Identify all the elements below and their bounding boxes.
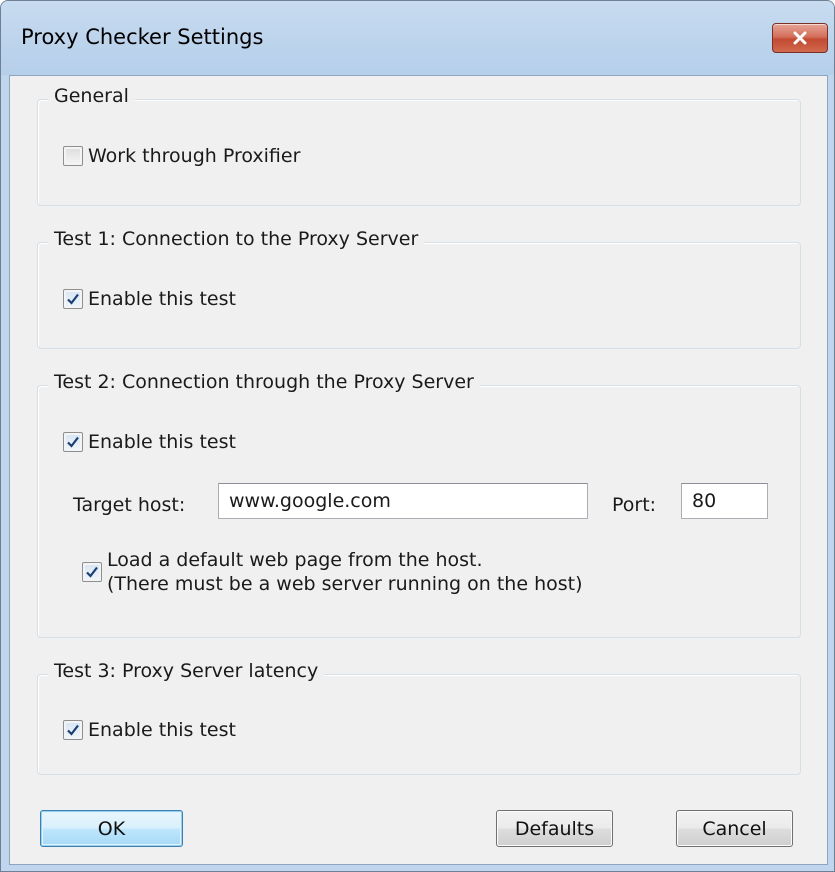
load-default-page-line2: (There must be a web server running on t… bbox=[107, 573, 583, 595]
window-title: Proxy Checker Settings bbox=[21, 25, 264, 49]
checkbox-box[interactable] bbox=[63, 289, 83, 309]
test3-enable-checkbox[interactable]: Enable this test bbox=[63, 718, 236, 742]
checkmark-icon bbox=[67, 293, 79, 305]
port-label: Port: bbox=[612, 494, 657, 516]
checkbox-box[interactable] bbox=[63, 720, 83, 740]
checkbox-box[interactable] bbox=[63, 432, 83, 452]
checkmark-icon bbox=[67, 436, 79, 448]
dialog-window: Proxy Checker Settings General Work thro… bbox=[0, 0, 835, 872]
ok-button[interactable]: OK bbox=[40, 810, 183, 847]
target-host-input[interactable]: www.google.com bbox=[218, 483, 588, 519]
general-group: General Work through Proxifier bbox=[37, 85, 801, 206]
target-host-label: Target host: bbox=[73, 494, 186, 516]
dialog-body: General Work through Proxifier Test 1: C… bbox=[9, 75, 828, 865]
port-input[interactable]: 80 bbox=[681, 483, 768, 519]
test3-group: Test 3: Proxy Server latency Enable this… bbox=[37, 660, 801, 775]
load-default-page-label: Load a default web page from the host. (… bbox=[107, 548, 583, 596]
title-bar[interactable]: Proxy Checker Settings bbox=[1, 1, 834, 75]
close-button[interactable] bbox=[772, 23, 828, 53]
checkbox-box[interactable] bbox=[82, 562, 102, 582]
test2-legend: Test 2: Connection through the Proxy Ser… bbox=[48, 371, 480, 393]
general-legend: General bbox=[48, 85, 135, 107]
test1-enable-checkbox[interactable]: Enable this test bbox=[63, 287, 236, 311]
test1-enable-label: Enable this test bbox=[88, 288, 236, 310]
test1-legend: Test 1: Connection to the Proxy Server bbox=[48, 228, 425, 250]
work-through-proxifier-checkbox[interactable]: Work through Proxifier bbox=[63, 144, 300, 168]
defaults-button[interactable]: Defaults bbox=[496, 810, 613, 847]
test3-legend: Test 3: Proxy Server latency bbox=[48, 660, 325, 682]
test2-group: Test 2: Connection through the Proxy Ser… bbox=[37, 371, 801, 638]
checkbox-box[interactable] bbox=[63, 146, 83, 166]
close-icon bbox=[793, 31, 807, 45]
work-through-proxifier-label: Work through Proxifier bbox=[88, 145, 301, 167]
test1-group: Test 1: Connection to the Proxy Server E… bbox=[37, 228, 801, 349]
test2-enable-checkbox[interactable]: Enable this test bbox=[63, 430, 236, 454]
test3-enable-label: Enable this test bbox=[88, 719, 236, 741]
load-default-page-line1: Load a default web page from the host. bbox=[107, 549, 483, 571]
cancel-button[interactable]: Cancel bbox=[676, 810, 793, 847]
load-default-page-checkbox[interactable]: Load a default web page from the host. (… bbox=[82, 548, 583, 596]
checkmark-icon bbox=[86, 566, 98, 578]
checkmark-icon bbox=[67, 724, 79, 736]
test2-enable-label: Enable this test bbox=[88, 431, 236, 453]
